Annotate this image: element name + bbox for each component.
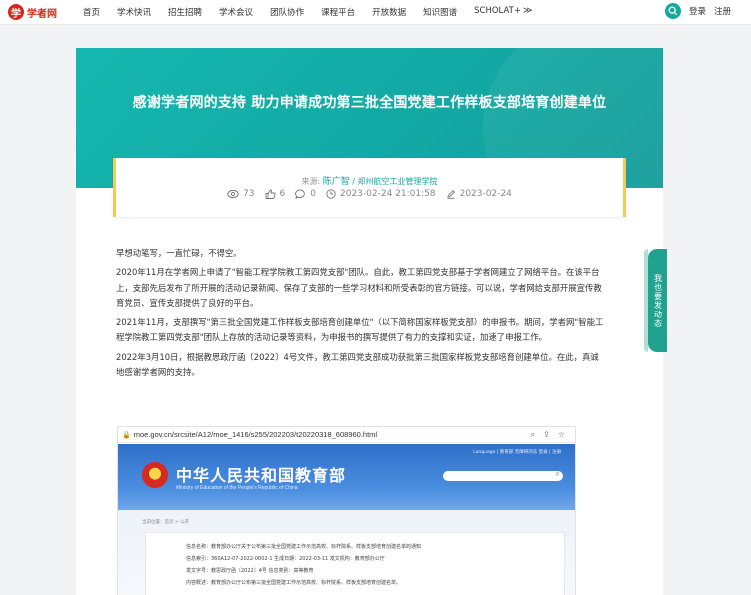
national-emblem-icon xyxy=(142,462,168,488)
nav-item-open-data[interactable]: 开放数据 xyxy=(372,6,406,18)
article-paragraph: 2021年11月，支部撰写"第三批全国党建工作样板支部培育创建单位"（以下简称国… xyxy=(116,317,604,343)
published-stat: 2023-02-24 21:01:58 xyxy=(326,189,436,199)
author-link[interactable]: 陈广智 xyxy=(323,177,350,187)
moe-subtitle: Ministry of Education of the People's Re… xyxy=(176,485,298,491)
logo-text: 学者网 xyxy=(27,8,57,20)
lock-icon: 🔒 xyxy=(122,430,131,439)
post-update-tab[interactable]: 我也要发动态 xyxy=(644,249,667,352)
edited-stat: 2023-02-24 xyxy=(446,189,512,199)
moe-breadcrumb: 当前位置：首页 > 公开 xyxy=(142,520,190,525)
article-title: 感谢学者网的支持 助力申请成功第三批全国党建工作样板支部培育创建单位 xyxy=(132,95,607,111)
nav-item-team[interactable]: 团队协作 xyxy=(270,6,304,18)
article-paragraph: 早想动笔写，一直忙碌，不得空。 xyxy=(116,248,242,258)
double-chevron-down-icon: ≫ xyxy=(522,6,533,16)
screenshot-url-bar: 🔒 moe.gov.cn/srcsite/A12/moe_1416/s255/2… xyxy=(118,427,575,443)
moe-top-links: Language | 教育部 无障碍浏览 登录 | 注册 xyxy=(473,450,561,455)
org-link[interactable]: / 郑州航空工业管理学院 xyxy=(352,177,437,186)
share-icon: ⇪ xyxy=(543,430,550,439)
pencil-icon xyxy=(447,189,455,199)
doc-info-row: 发文字号：教思政厅函〔2022〕4号 信息类别：高等教育 xyxy=(186,568,314,574)
article-body: 早想动笔写，一直忙碌，不得空。 2020年11月在学者网上申请了"智能工程学院教… xyxy=(116,246,607,384)
moe-doc-info: 信息名称：教育部办公厅关于公布第三批全国党建工作示范高校、标杆院系、样板支部培育… xyxy=(145,532,565,595)
views-stat: 73 xyxy=(227,189,255,199)
source-label: 来源: xyxy=(301,177,321,186)
post-update-label: 我也要发动态 xyxy=(653,273,663,328)
logo-icon: 学 xyxy=(8,4,24,20)
published-date: 2023-02-24 21:01:58 xyxy=(340,189,436,199)
thumbs-up-icon xyxy=(265,189,276,199)
comments-count: 0 xyxy=(310,189,316,199)
search-button[interactable] xyxy=(664,3,681,19)
nav-item-scholat-plus[interactable]: SCHOLAT+ ≫ xyxy=(474,6,532,18)
search-icon xyxy=(668,6,678,16)
article-meta: 来源: 陈广智 / 郑州航空工业管理学院 73 6 0 2023-02-24 2… xyxy=(113,158,626,217)
article-stats: 73 6 0 2023-02-24 21:01:58 2023-02-24 xyxy=(116,189,623,199)
views-count: 73 xyxy=(243,189,255,199)
moe-content: 当前位置：首页 > 公开 信息名称：教育部办公厅关于公布第三批全国党建工作示范高… xyxy=(118,510,575,595)
moe-search-box xyxy=(443,469,563,481)
nav-item-conferences[interactable]: 学术会议 xyxy=(219,6,253,18)
moe-title: 中华人民共和国教育部 xyxy=(176,466,347,485)
register-link[interactable]: 注册 xyxy=(714,5,731,17)
article-card: 感谢学者网的支持 助力申请成功第三批全国党建工作样板支部培育创建单位 来源: 陈… xyxy=(76,48,663,595)
clock-icon xyxy=(326,189,336,199)
edited-date: 2023-02-24 xyxy=(459,189,512,199)
star-icon: ☆ xyxy=(557,430,565,439)
nav-item-recruitment[interactable]: 招生招聘 xyxy=(168,6,202,18)
article-paragraph: 2022年3月10日，根据教思政厅函〔2022〕4号文件，教工第四党支部成功获批… xyxy=(116,351,599,378)
scholat-plus-label: SCHOLAT+ xyxy=(474,6,521,16)
article-paragraph: 2020年11月在学者网上申请了"智能工程学院教工第四党支部"团队。自此，教工第… xyxy=(116,267,602,308)
top-navigation: 学 学者网 首页 学术快讯 招生招聘 学术会议 团队协作 课程平台 开放数据 知… xyxy=(0,0,751,25)
nav-item-knowledge-graph[interactable]: 知识图谱 xyxy=(423,6,457,18)
comments-stat[interactable]: 0 xyxy=(295,189,316,199)
login-link[interactable]: 登录 xyxy=(689,5,706,17)
nav-menu: 首页 学术快讯 招生招聘 学术会议 团队协作 课程平台 开放数据 知识图谱 SC… xyxy=(83,6,549,18)
nav-item-academic-news[interactable]: 学术快讯 xyxy=(117,6,151,18)
comment-icon xyxy=(295,189,306,199)
moe-header: 中华人民共和国教育部 Ministry of Education of the … xyxy=(118,444,575,510)
likes-count: 6 xyxy=(279,189,286,199)
browser-icons: ⌕ ⇪ ☆ xyxy=(523,430,565,440)
eye-icon xyxy=(227,189,239,199)
screenshot-url: moe.gov.cn/srcsite/A12/moe_1416/s255/202… xyxy=(133,430,378,439)
nav-item-courses[interactable]: 课程平台 xyxy=(321,6,355,18)
nav-right: 登录 注册 xyxy=(664,3,731,19)
doc-info-row: 信息索引：360A12-07-2022-0002-1 生成日期：2022-03-… xyxy=(186,556,385,562)
embedded-screenshot: 🔒 moe.gov.cn/srcsite/A12/moe_1416/s255/2… xyxy=(117,426,576,595)
site-logo[interactable]: 学 学者网 xyxy=(8,4,57,20)
article-source: 来源: 陈广智 / 郑州航空工业管理学院 xyxy=(116,174,623,187)
doc-info-row: 信息名称：教育部办公厅关于公布第三批全国党建工作示范高校、标杆院系、样板支部培育… xyxy=(186,544,422,550)
zoom-icon: ⌕ xyxy=(530,430,536,439)
doc-info-row: 内容概述：教育部办公厅公布第三批全国党建工作示范高校、标杆院系、样板支部培育创建… xyxy=(186,580,402,586)
nav-item-home[interactable]: 首页 xyxy=(83,6,100,18)
likes-stat[interactable]: 6 xyxy=(265,189,286,199)
